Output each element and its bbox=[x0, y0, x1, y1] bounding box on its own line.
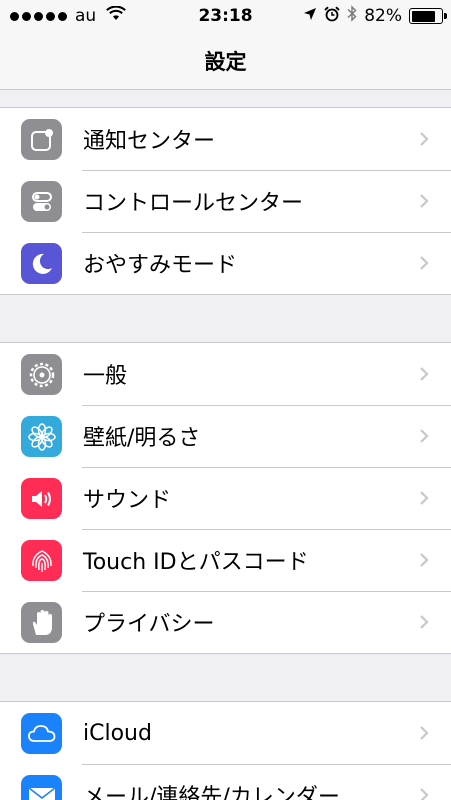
control-center-icon bbox=[21, 181, 62, 222]
chevron-right-icon bbox=[419, 764, 429, 800]
chevron-right-icon bbox=[419, 232, 429, 294]
row-label: iCloud bbox=[83, 720, 152, 746]
battery-percent: 82% bbox=[364, 6, 402, 26]
settings-row-privacy[interactable]: プライバシー bbox=[0, 591, 451, 653]
row-label: おやすみモード bbox=[83, 253, 238, 278]
cloud-icon bbox=[21, 713, 62, 754]
settings-row-touch-id-passcode[interactable]: Touch IDとパスコード bbox=[0, 529, 451, 591]
chevron-right-icon bbox=[419, 467, 429, 529]
bluetooth-icon bbox=[347, 5, 357, 27]
navigation-bar: 設定 bbox=[0, 32, 451, 90]
mail-icon bbox=[21, 775, 62, 800]
battery-icon bbox=[409, 8, 447, 24]
gear-icon bbox=[21, 354, 62, 395]
chevron-right-icon bbox=[419, 170, 429, 232]
moon-icon bbox=[21, 243, 62, 284]
alarm-clock-icon bbox=[324, 5, 340, 27]
settings-row-sounds[interactable]: サウンド bbox=[0, 467, 451, 529]
location-arrow-icon bbox=[303, 6, 317, 26]
row-label: サウンド bbox=[83, 488, 172, 513]
row-label: 壁紙/明るさ bbox=[83, 426, 201, 451]
chevron-right-icon bbox=[419, 343, 429, 405]
status-bar-right: 82% bbox=[303, 0, 447, 32]
row-label: プライバシー bbox=[83, 612, 215, 637]
settings-group-1: 通知センター コントロールセンター おやすみモード bbox=[0, 107, 451, 295]
flower-icon bbox=[21, 416, 62, 457]
settings-group-3: iCloud メール/連絡先/カレンダー bbox=[0, 701, 451, 800]
hand-icon bbox=[21, 602, 62, 643]
chevron-right-icon bbox=[419, 591, 429, 653]
settings-row-do-not-disturb[interactable]: おやすみモード bbox=[0, 232, 451, 294]
row-label: コントロールセンター bbox=[83, 191, 304, 216]
settings-row-control-center[interactable]: コントロールセンター bbox=[0, 170, 451, 232]
page-title: 設定 bbox=[204, 49, 247, 74]
settings-group-2: 一般 壁紙/明るさ サウンド Touch IDとパスコード プライバシー bbox=[0, 342, 451, 654]
notification-center-icon bbox=[21, 119, 62, 160]
fingerprint-icon bbox=[21, 540, 62, 581]
settings-row-general[interactable]: 一般 bbox=[0, 343, 451, 405]
row-label: メール/連絡先/カレンダー bbox=[83, 785, 340, 800]
speaker-icon bbox=[21, 478, 62, 519]
chevron-right-icon bbox=[419, 108, 429, 170]
chevron-right-icon bbox=[419, 702, 429, 764]
settings-row-notification-center[interactable]: 通知センター bbox=[0, 108, 451, 170]
chevron-right-icon bbox=[419, 529, 429, 591]
settings-row-wallpaper-brightness[interactable]: 壁紙/明るさ bbox=[0, 405, 451, 467]
row-label: 一般 bbox=[83, 364, 128, 389]
settings-row-icloud[interactable]: iCloud bbox=[0, 702, 451, 764]
row-label: 通知センター bbox=[83, 129, 216, 154]
chevron-right-icon bbox=[419, 405, 429, 467]
settings-row-mail-contacts-calendars[interactable]: メール/連絡先/カレンダー bbox=[0, 764, 451, 800]
row-label: Touch IDとパスコード bbox=[83, 550, 309, 575]
status-bar: au 23:18 82% bbox=[0, 0, 451, 32]
